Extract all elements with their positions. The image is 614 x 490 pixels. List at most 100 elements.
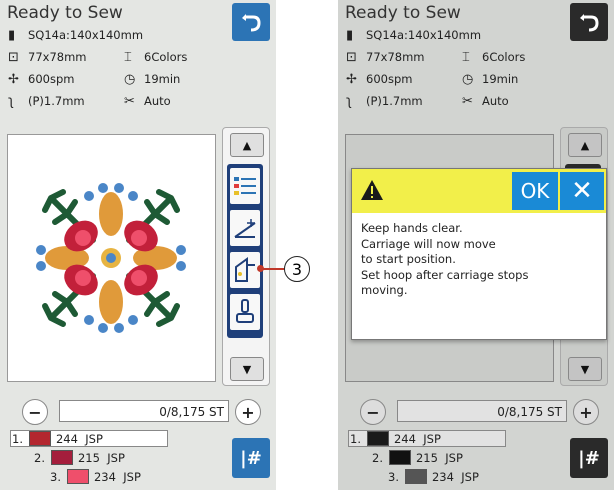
colors-row: ⌶ 6Colors <box>462 50 525 65</box>
scissors-icon: ✂ <box>124 94 135 109</box>
hoop-size-icon: ⊡ <box>8 50 19 65</box>
colors-row: ⌶ 6Colors <box>124 50 187 65</box>
jump-button[interactable]: |# <box>570 438 608 478</box>
color-code: 234 <box>93 469 116 484</box>
color-code: 244 <box>393 431 416 446</box>
speed-icon: ✢ <box>346 72 357 87</box>
hoop-icon <box>236 299 254 323</box>
color-list-item[interactable]: 2. 215 JSP <box>34 449 125 466</box>
screen-title: Ready to Sew <box>7 3 123 23</box>
needle-icon: ʅ <box>346 94 352 109</box>
back-arrow-icon <box>242 14 261 32</box>
color-swatch <box>366 431 389 446</box>
stitch-row: ʅ (P)1.7mm <box>8 94 85 109</box>
pattern-icon: ▮ <box>346 28 354 43</box>
tension-button[interactable] <box>230 210 260 246</box>
trace-button[interactable] <box>230 252 260 288</box>
color-index: 2. <box>34 450 45 465</box>
plus-button[interactable]: + <box>573 399 599 425</box>
scroll-down-button[interactable]: ▼ <box>230 357 264 381</box>
color-list-item[interactable]: 3. 234 JSP <box>388 468 479 485</box>
pattern-name-row: ▮ SQ14a:140x140mm <box>8 28 143 43</box>
sewing-time: 19min <box>144 72 181 86</box>
color-index: 3. <box>388 469 399 484</box>
warning-dialog: OK ✕ Keep hands clear. Carriage will now… <box>351 168 607 340</box>
speed-row: ✢ 600spm <box>346 72 412 87</box>
embroidery-design-image <box>36 183 186 333</box>
thread-color-list[interactable]: 1. 244 JSP 2. 215 JSP 3. 234 JSP <box>346 430 552 486</box>
stitch-setting: (P)1.7mm <box>366 94 423 108</box>
callout-line <box>262 268 284 270</box>
sewing-speed: 600spm <box>28 72 75 86</box>
thread-color-list[interactable]: 1. 244 JSP 2. 215 JSP 3. 234 JSP <box>8 430 214 486</box>
thread-spool-icon: ⌶ <box>124 50 132 65</box>
pattern-preview <box>7 134 216 382</box>
message-line: to start position. <box>361 252 456 266</box>
color-list-button[interactable] <box>230 168 260 204</box>
close-button[interactable]: ✕ <box>560 172 604 210</box>
color-code: 215 <box>77 450 100 465</box>
speed-row: ✢ 600spm <box>8 72 74 87</box>
time-row: ◷ 19min <box>462 72 518 87</box>
color-count: 6Colors <box>482 50 526 64</box>
tool-strip <box>227 164 263 338</box>
message-line: moving. <box>361 283 408 297</box>
ok-button[interactable]: OK <box>512 172 558 210</box>
plus-button[interactable]: + <box>235 399 261 425</box>
hoop-button[interactable] <box>230 294 260 330</box>
color-list-item[interactable]: 1. 244 JSP <box>350 430 441 447</box>
message-line: Carriage will now move <box>361 236 496 251</box>
message-line: Set hoop after carriage stops <box>361 267 529 282</box>
color-list-item[interactable]: 3. 234 JSP <box>50 468 141 485</box>
color-brand: JSP <box>461 469 479 484</box>
warning-icon <box>361 180 383 200</box>
color-brand: JSP <box>423 431 441 446</box>
sewing-speed: 600spm <box>366 72 413 86</box>
pattern-icon: ▮ <box>8 28 16 43</box>
trace-icon <box>235 257 255 282</box>
scroll-up-button[interactable]: ▲ <box>568 133 602 157</box>
scroll-down-button[interactable]: ▼ <box>568 357 602 381</box>
minus-button[interactable]: − <box>22 399 48 425</box>
stitch-counter: 0/8,175 ST <box>59 400 229 422</box>
color-brand: JSP <box>123 469 141 484</box>
color-code: 234 <box>431 469 454 484</box>
color-code: 215 <box>415 450 438 465</box>
color-brand: JSP <box>445 450 463 465</box>
color-brand: JSP <box>107 450 125 465</box>
scissors-icon: ✂ <box>462 94 473 109</box>
thread-cut-setting: Auto <box>482 94 509 108</box>
jump-button[interactable]: |# <box>232 438 270 478</box>
tension-icon <box>234 219 256 238</box>
size-row: ⊡ 77x78mm <box>346 50 424 65</box>
back-button[interactable] <box>570 3 608 41</box>
color-index: 1. <box>350 431 361 446</box>
color-code: 244 <box>55 431 78 446</box>
minus-button[interactable]: − <box>360 399 386 425</box>
hoop-size-icon: ⊡ <box>346 50 357 65</box>
embroidery-screen-left: Ready to Sew ▮ SQ14a:140x140mm ⊡ 77x78mm ⌶… <box>0 0 276 490</box>
stitch-setting: (P)1.7mm <box>28 94 85 108</box>
thread-cut-setting: Auto <box>144 94 171 108</box>
clock-icon: ◷ <box>462 72 474 87</box>
size-row: ⊡ 77x78mm <box>8 50 86 65</box>
dialog-header: OK ✕ <box>352 169 606 213</box>
pattern-size: 77x78mm <box>28 50 87 64</box>
pattern-name-row: ▮ SQ14a:140x140mm <box>346 28 481 43</box>
thread-row: ✂ Auto <box>462 94 509 109</box>
back-button[interactable] <box>232 3 270 41</box>
color-list-item[interactable]: 2. 215 JSP <box>372 449 463 466</box>
color-swatch <box>404 469 427 484</box>
color-swatch <box>388 450 411 465</box>
back-arrow-icon <box>580 14 599 32</box>
color-index: 3. <box>50 469 61 484</box>
speed-icon: ✢ <box>8 72 19 87</box>
color-index: 1. <box>12 431 23 446</box>
scroll-up-button[interactable]: ▲ <box>230 133 264 157</box>
color-swatch <box>50 450 73 465</box>
color-count: 6Colors <box>144 50 188 64</box>
color-list-item[interactable]: 1. 244 JSP <box>12 430 103 447</box>
stitch-row: ʅ (P)1.7mm <box>346 94 423 109</box>
needle-icon: ʅ <box>8 94 14 109</box>
thread-row: ✂ Auto <box>124 94 171 109</box>
